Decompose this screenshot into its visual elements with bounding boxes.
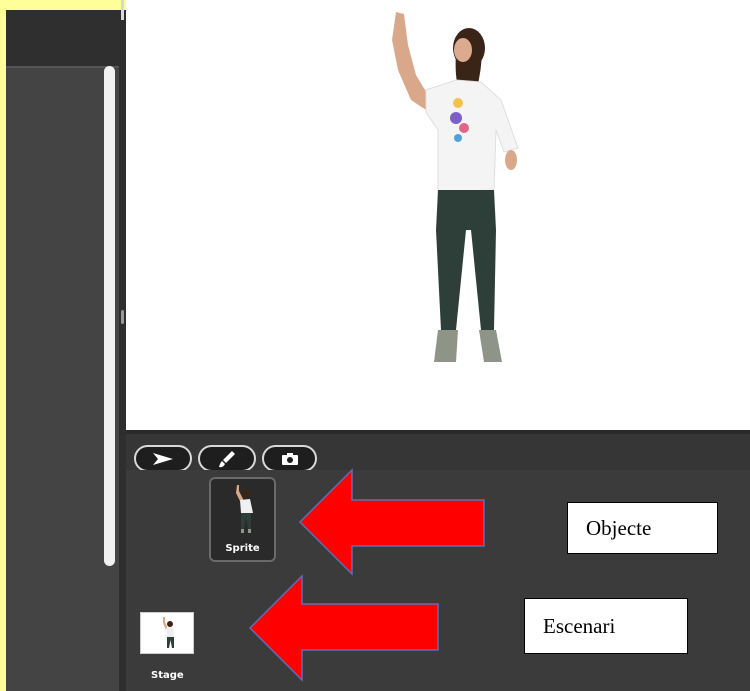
arrow-pointer-icon <box>153 452 173 465</box>
sprite-label: Sprite <box>225 543 260 554</box>
splitter-handle[interactable] <box>121 310 124 324</box>
escenari-arrow <box>248 574 439 682</box>
left-pane-divider <box>6 66 119 68</box>
sprite-thumbnail-image <box>236 485 253 533</box>
stage-canvas[interactable] <box>126 0 750 430</box>
left-pane <box>6 10 119 691</box>
paintbrush-icon <box>219 450 235 467</box>
objecte-arrow <box>298 468 485 576</box>
left-pane-header <box>6 10 119 66</box>
paint-tool-button[interactable] <box>198 445 256 472</box>
objecte-callout: Objecte <box>567 502 718 554</box>
left-pane-scrollbar[interactable] <box>104 66 115 566</box>
sprite-thumbnail[interactable]: Sprite <box>209 477 276 562</box>
stage-thumbnail-image <box>163 617 174 648</box>
camera-icon <box>281 452 298 465</box>
stage-thumbnail[interactable] <box>140 612 194 654</box>
sprite-girl-figure[interactable] <box>126 0 750 430</box>
select-tool-button[interactable] <box>134 445 192 472</box>
top-divider-tick <box>121 0 124 20</box>
escenari-callout: Escenari <box>524 598 688 654</box>
stage-label: Stage <box>151 670 184 681</box>
pane-splitter[interactable] <box>119 10 126 691</box>
